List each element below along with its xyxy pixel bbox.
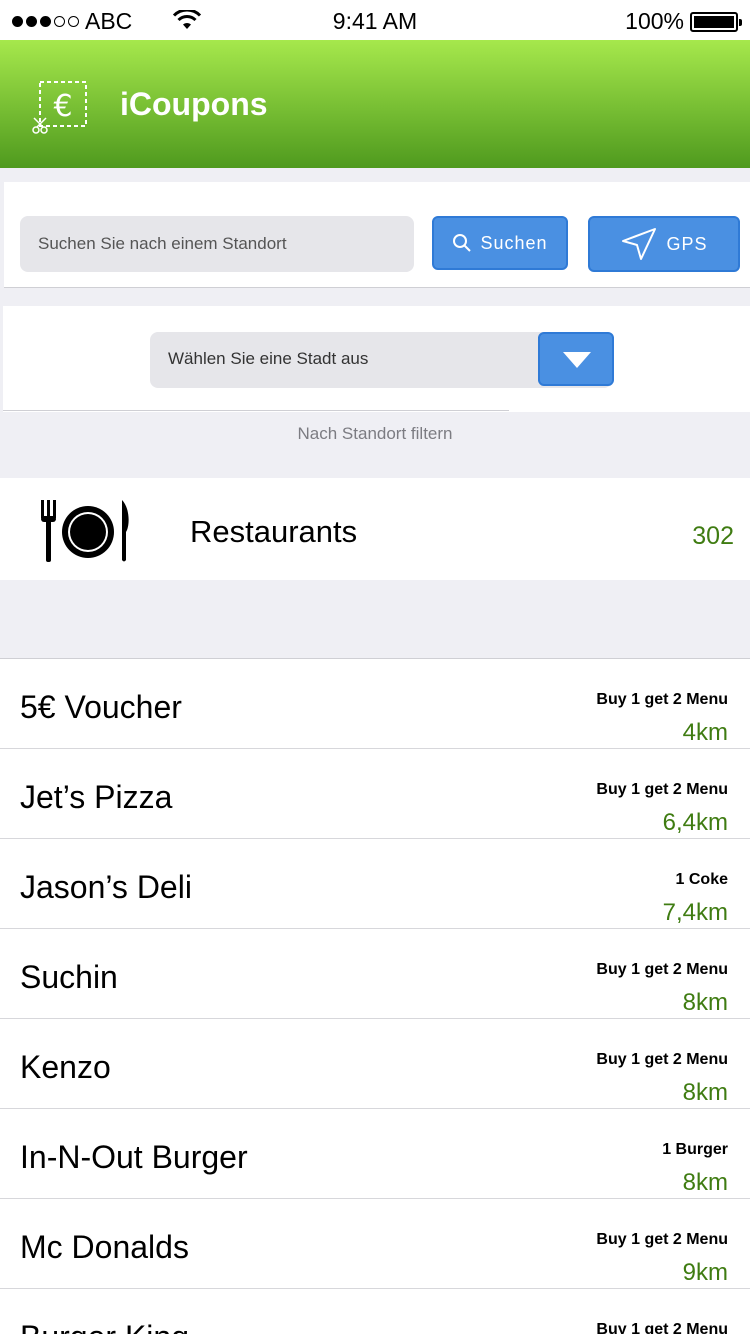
category-row[interactable]: Restaurants 302	[0, 478, 750, 580]
gps-button-label: GPS	[666, 233, 708, 254]
app-title: iCoupons	[120, 86, 268, 122]
battery: 100%	[625, 8, 742, 35]
item-name: Burger King	[20, 1319, 189, 1334]
item-deal: Buy 1 get 2 Menu	[596, 1051, 728, 1068]
item-deal: 1 Coke	[675, 871, 728, 888]
city-filter-section: Wählen Sie eine Stadt aus	[3, 306, 750, 412]
search-button-label: Suchen	[480, 232, 548, 253]
item-distance: 8km	[682, 1169, 728, 1196]
list-item[interactable]: Kenzo Buy 1 get 2 Menu 8km	[0, 1019, 750, 1109]
battery-icon	[690, 11, 742, 32]
item-deal: Buy 1 get 2 Menu	[596, 691, 728, 708]
list-item[interactable]: Jason’s Deli 1 Coke 7,4km	[0, 839, 750, 929]
item-distance: 8km	[682, 989, 728, 1016]
chevron-down-icon	[563, 352, 591, 368]
city-dropdown-button[interactable]	[538, 332, 614, 386]
city-select-placeholder: Wählen Sie eine Stadt aus	[168, 349, 369, 368]
category-name: Restaurants	[190, 514, 358, 549]
list-item[interactable]: Mc Donalds Buy 1 get 2 Menu 9km	[0, 1199, 750, 1289]
battery-percent: 100%	[625, 8, 684, 34]
gps-button[interactable]: GPS	[588, 216, 740, 272]
list-item[interactable]: Suchin Buy 1 get 2 Menu 8km	[0, 929, 750, 1019]
item-distance: 7,4km	[662, 899, 728, 926]
item-name: 5€ Voucher	[20, 689, 182, 725]
item-deal: Buy 1 get 2 Menu	[596, 1231, 728, 1248]
coupon-list: 5€ Voucher Buy 1 get 2 Menu 4km Jet’s Pi…	[0, 658, 750, 1334]
item-name: Kenzo	[20, 1049, 111, 1085]
search-icon	[453, 234, 472, 252]
category-count: 302	[692, 522, 734, 550]
item-distance: 8km	[682, 1079, 728, 1106]
euro-coupon-icon: €	[32, 81, 87, 134]
nav-bar: € iCoupons	[0, 40, 750, 168]
item-distance: 6,4km	[662, 809, 728, 836]
item-deal: 1 Burger	[662, 1141, 728, 1158]
list-item[interactable]: Burger King Buy 1 get 2 Menu	[0, 1289, 750, 1334]
item-deal: Buy 1 get 2 Menu	[596, 961, 728, 978]
status-bar: ABC 9:41 AM 100%	[0, 0, 750, 40]
item-name: In-N-Out Burger	[20, 1139, 248, 1175]
plate-cutlery-icon	[41, 500, 129, 562]
search-section: Suchen GPS	[4, 182, 750, 288]
item-name: Jason’s Deli	[20, 869, 192, 905]
item-deal: Buy 1 get 2 Menu	[596, 1321, 728, 1334]
filter-hint: Nach Standort filtern	[297, 424, 453, 443]
svg-text:€: €	[53, 89, 72, 124]
list-item[interactable]: 5€ Voucher Buy 1 get 2 Menu 4km	[0, 659, 750, 749]
list-item[interactable]: In-N-Out Burger 1 Burger 8km	[0, 1109, 750, 1199]
item-distance: 4km	[682, 719, 728, 746]
item-deal: Buy 1 get 2 Menu	[596, 781, 728, 798]
search-input[interactable]	[20, 216, 414, 272]
location-arrow-icon	[622, 228, 657, 260]
list-item[interactable]: Jet’s Pizza Buy 1 get 2 Menu 6,4km	[0, 749, 750, 839]
item-distance: 9km	[682, 1259, 728, 1286]
item-name: Suchin	[20, 959, 118, 995]
divider	[3, 410, 509, 411]
search-button[interactable]: Suchen	[432, 216, 568, 270]
item-name: Jet’s Pizza	[20, 779, 173, 815]
item-name: Mc Donalds	[20, 1229, 189, 1265]
